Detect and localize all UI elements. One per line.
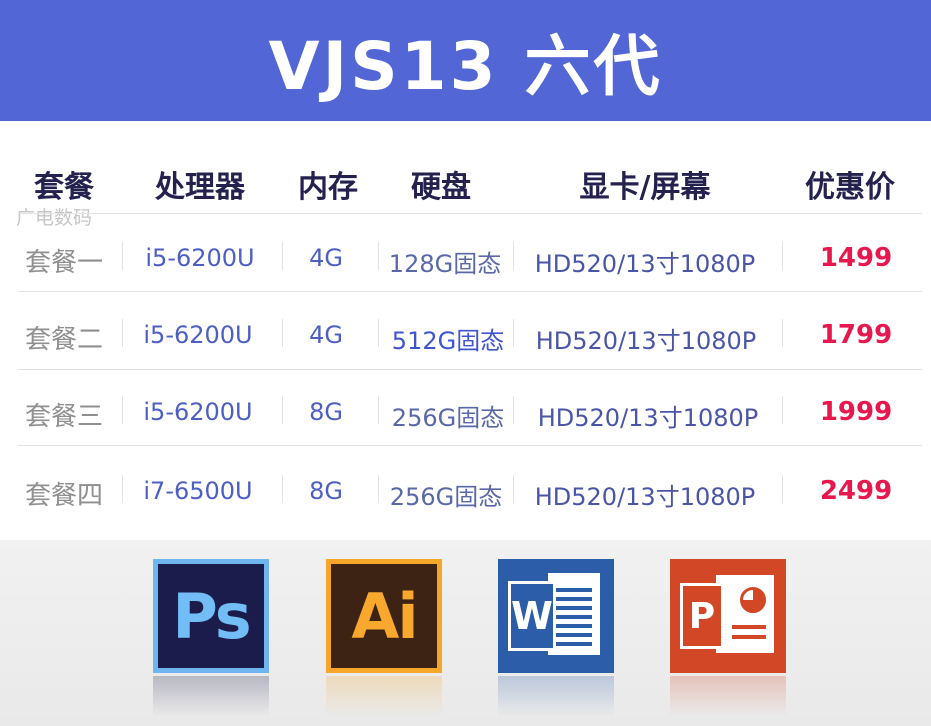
price-cell: 1499 <box>819 243 893 273</box>
illustrator-label: Ai <box>351 579 418 653</box>
banner-title: VJS13 六代 <box>268 27 663 105</box>
gpu-screen-cell: HD520/13寸1080P <box>534 483 756 511</box>
package-cell: 套餐三 <box>24 402 104 432</box>
column-separator <box>378 319 379 347</box>
memory-cell: 8G <box>309 398 343 426</box>
word-label: W <box>508 581 556 651</box>
table-row: 套餐一 i5-6200U 4G 128G固态 HD520/13寸1080P 14… <box>0 228 931 288</box>
column-separator <box>513 396 514 424</box>
column-separator <box>513 319 514 347</box>
pie-chart-icon <box>740 587 766 613</box>
disk-cell: 256G固态 <box>389 483 503 511</box>
banner: VJS13 六代 <box>0 0 931 121</box>
disk-cell: 512G固态 <box>391 327 505 355</box>
package-cell: 套餐四 <box>24 481 104 511</box>
column-separator <box>782 242 783 270</box>
memory-cell: 8G <box>309 477 343 505</box>
photoshop-label: Ps <box>172 579 251 653</box>
photoshop-icon: Ps <box>153 559 269 673</box>
illustrator-icon: Ai <box>326 559 442 673</box>
column-separator <box>282 242 283 270</box>
column-separator <box>782 396 783 424</box>
price-cell: 1799 <box>819 320 893 350</box>
divider <box>18 213 922 214</box>
column-separator <box>122 396 123 424</box>
divider <box>18 369 922 370</box>
cpu-cell: i7-6500U <box>143 477 253 505</box>
header-price: 优惠价 <box>805 170 895 205</box>
column-separator <box>378 396 379 424</box>
column-separator <box>282 319 283 347</box>
column-separator <box>122 475 123 503</box>
disk-cell: 256G固态 <box>391 404 505 432</box>
column-separator <box>513 475 514 503</box>
column-separator <box>378 242 379 270</box>
column-separator <box>782 475 783 503</box>
table-row: 套餐二 i5-6200U 4G 512G固态 HD520/13寸1080P 17… <box>0 305 931 365</box>
powerpoint-icon: P <box>670 559 786 673</box>
word-icon: W <box>498 559 614 673</box>
cpu-cell: i5-6200U <box>143 321 253 349</box>
package-cell: 套餐二 <box>24 325 104 355</box>
column-separator <box>378 475 379 503</box>
divider <box>18 445 922 446</box>
package-cell: 套餐一 <box>24 248 104 278</box>
table-header: 套餐 处理器 内存 硬盘 显卡/屏幕 优惠价 <box>0 150 931 210</box>
icon-reflection <box>153 676 269 716</box>
watermark: 广电数码 <box>16 207 93 229</box>
gpu-screen-cell: HD520/13寸1080P <box>535 327 757 355</box>
powerpoint-label: P <box>680 583 724 649</box>
table-row: 套餐四 i7-6500U 8G 256G固态 HD520/13寸1080P 24… <box>0 461 931 521</box>
header-gpu-screen: 显卡/屏幕 <box>579 170 711 205</box>
disk-cell: 128G固态 <box>388 250 502 278</box>
icon-reflection <box>326 676 442 716</box>
table-row: 套餐三 i5-6200U 8G 256G固态 HD520/13寸1080P 19… <box>0 382 931 442</box>
divider <box>18 291 922 292</box>
column-separator <box>282 475 283 503</box>
column-separator <box>513 242 514 270</box>
header-disk: 硬盘 <box>411 170 471 205</box>
gpu-screen-cell: HD520/13寸1080P <box>534 250 756 278</box>
column-separator <box>282 396 283 424</box>
gpu-screen-cell: HD520/13寸1080P <box>537 404 759 432</box>
price-cell: 2499 <box>819 476 893 506</box>
cpu-cell: i5-6200U <box>145 244 255 272</box>
slide-line <box>732 635 766 639</box>
header-package: 套餐 <box>34 170 94 205</box>
memory-cell: 4G <box>309 244 343 272</box>
slide-line <box>732 625 766 629</box>
header-memory: 内存 <box>298 170 358 205</box>
icon-reflection <box>670 676 786 716</box>
price-cell: 1999 <box>819 397 893 427</box>
software-strip <box>0 540 931 726</box>
column-separator <box>122 319 123 347</box>
cpu-cell: i5-6200U <box>143 398 253 426</box>
column-separator <box>122 242 123 270</box>
icon-reflection <box>498 676 614 716</box>
memory-cell: 4G <box>309 321 343 349</box>
slide-page-icon <box>716 575 774 653</box>
header-cpu: 处理器 <box>155 170 245 205</box>
column-separator <box>782 319 783 347</box>
